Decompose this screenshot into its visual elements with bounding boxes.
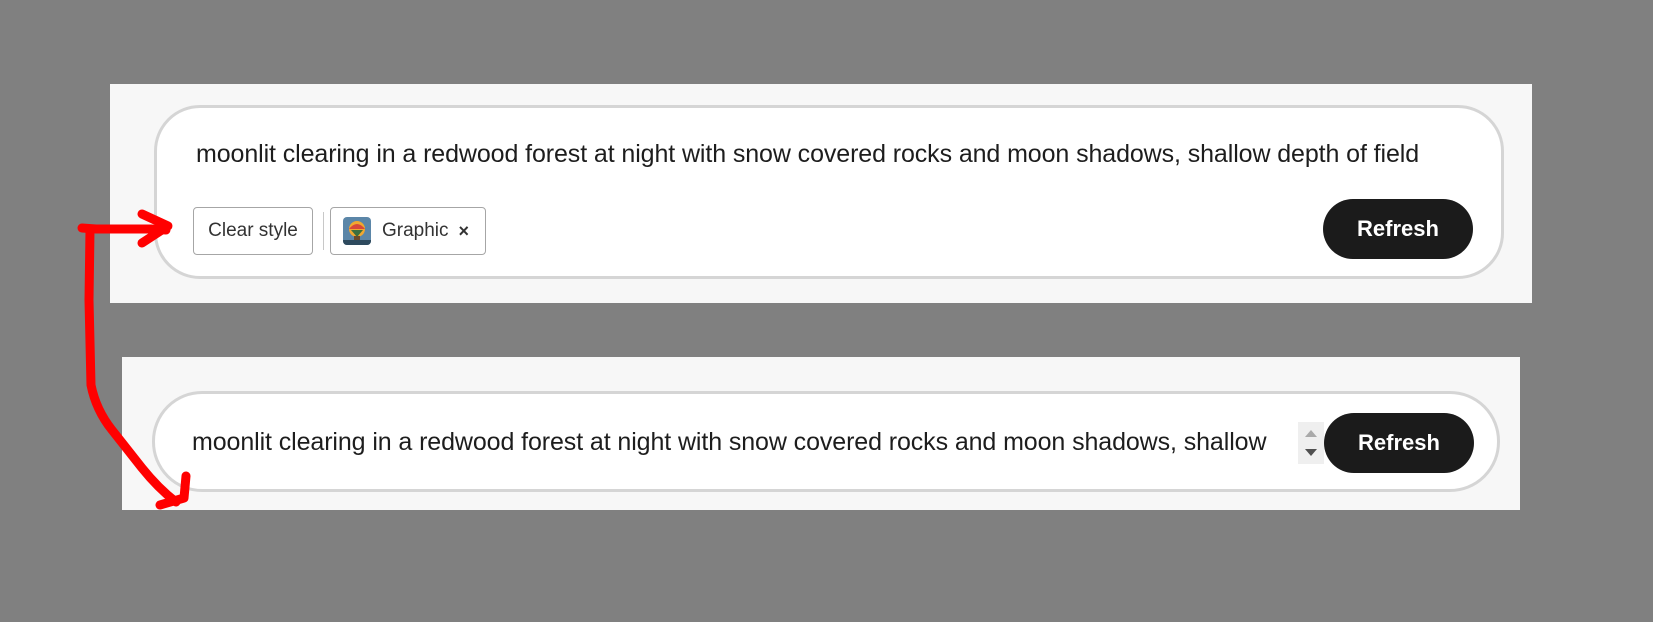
annotation-arrows	[77, 209, 191, 510]
annotation-arrow-to-chip	[77, 223, 171, 235]
annotation-arrow-down	[84, 225, 181, 507]
